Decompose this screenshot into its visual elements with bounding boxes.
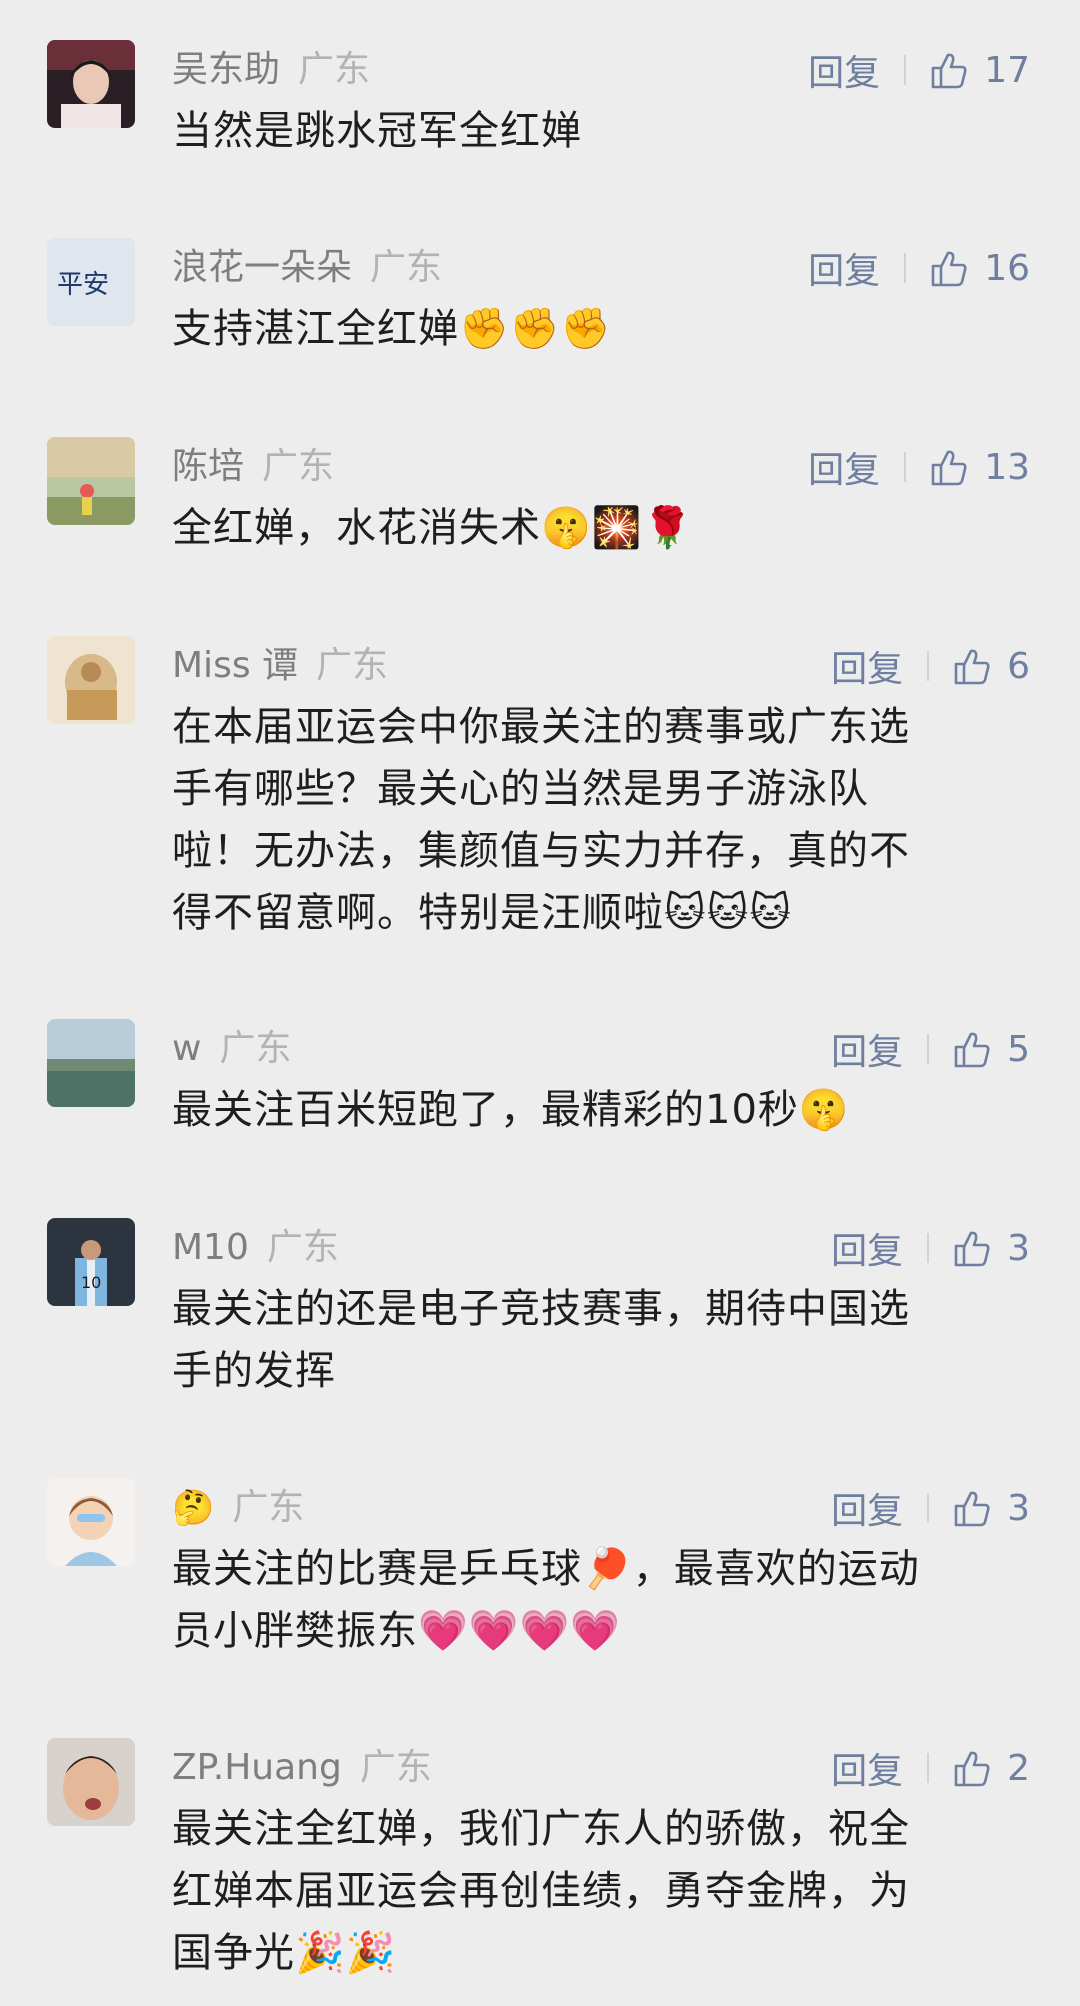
divider xyxy=(927,651,930,681)
divider xyxy=(904,55,907,85)
like-count: 6 xyxy=(1007,645,1030,687)
comment-actions: 回复 16 xyxy=(808,246,1030,293)
avatar[interactable] xyxy=(47,437,135,525)
location-label: 广东 xyxy=(262,446,335,487)
avatar[interactable]: 平安 xyxy=(47,238,135,326)
comment-line: 啦！无办法，集颜值与实力并存，真的不 xyxy=(172,828,910,874)
divider xyxy=(927,1233,930,1263)
divider xyxy=(927,1034,930,1064)
thumb-up-icon[interactable] xyxy=(951,1227,993,1269)
comment-line: 最关注全红婵，我们广东人的骄傲，祝全 xyxy=(172,1806,910,1852)
comment-actions: 回复 5 xyxy=(831,1027,1030,1074)
comment-text: 最关注全红婵，我们广东人的骄傲，祝全 红婵本届亚运会再创佳绩，勇夺金牌，为 国争… xyxy=(172,1798,1022,1984)
commenter-name[interactable]: Miss 谭广东 xyxy=(172,644,388,688)
comment-text: 在本届亚运会中你最关注的赛事或广东选 手有哪些？最关心的当然是男子游泳队 啦！无… xyxy=(172,696,1022,944)
reply-button[interactable]: 回复 xyxy=(808,242,880,294)
comment-text: 当然是跳水冠军全红婵 xyxy=(172,100,1022,162)
like-count: 17 xyxy=(984,49,1030,91)
comment-actions: 回复 17 xyxy=(808,48,1030,95)
thumb-up-icon[interactable] xyxy=(928,49,970,91)
comment-line: 最关注的比赛是乒乓球🏓，最喜欢的运动 xyxy=(172,1546,920,1592)
commenter-name[interactable]: 🤔 广东 xyxy=(172,1486,304,1530)
location-label: 广东 xyxy=(232,1487,305,1528)
location-label: 广东 xyxy=(316,645,389,686)
commenter-name[interactable]: M10 广东 xyxy=(172,1226,339,1270)
comment-text: 全红婵，水花消失术🤫🎇🌹 xyxy=(172,497,1022,559)
reply-button[interactable]: 回复 xyxy=(831,1742,903,1794)
reply-button[interactable]: 回复 xyxy=(831,1482,903,1534)
avatar[interactable] xyxy=(47,40,135,128)
comment-line: 当然是跳水冠军全红婵 xyxy=(172,108,582,154)
commenter-name[interactable]: 吴东助 广东 xyxy=(172,48,370,92)
commenter-name[interactable]: 浪花一朵朵 广东 xyxy=(172,246,442,290)
svg-text:平安: 平安 xyxy=(57,270,109,300)
like-count: 2 xyxy=(1007,1747,1030,1789)
comment-line: 红婵本届亚运会再创佳绩，勇夺金牌，为 xyxy=(172,1868,910,1914)
comment-line: 员小胖樊振东💗💗💗💗 xyxy=(172,1608,622,1654)
comment-actions: 回复 3 xyxy=(831,1486,1030,1533)
reply-button[interactable]: 回复 xyxy=(831,1222,903,1274)
location-label: 广东 xyxy=(298,49,371,90)
location-label: 广东 xyxy=(359,1747,432,1788)
comment-line: 全红婵，水花消失术🤫🎇🌹 xyxy=(172,505,694,551)
comment-line: 手的发挥 xyxy=(172,1348,336,1394)
like-count: 5 xyxy=(1007,1028,1030,1070)
reply-button[interactable]: 回复 xyxy=(808,441,880,493)
commenter-name[interactable]: 陈培 广东 xyxy=(172,445,334,489)
divider xyxy=(927,1753,930,1783)
thumb-up-icon[interactable] xyxy=(951,1747,993,1789)
comment-line: 最关注的还是电子竞技赛事，期待中国选 xyxy=(172,1286,910,1332)
comment-line: 手有哪些？最关心的当然是男子游泳队 xyxy=(172,766,869,812)
location-label: 广东 xyxy=(219,1028,292,1069)
thumb-up-icon[interactable] xyxy=(928,446,970,488)
thumb-up-icon[interactable] xyxy=(928,247,970,289)
like-count: 16 xyxy=(984,247,1030,289)
avatar[interactable] xyxy=(47,1478,135,1566)
comment-line: 国争光🎉🎉 xyxy=(172,1930,397,1976)
reply-button[interactable]: 回复 xyxy=(808,44,880,96)
comment-list: 吴东助 广东 回复 17 当然是跳水冠军全红婵 平安 浪花一朵朵 广东 回复 16 … xyxy=(0,0,1080,2006)
avatar[interactable]: 10 xyxy=(47,1218,135,1306)
thumb-up-icon[interactable] xyxy=(951,645,993,687)
svg-text:10: 10 xyxy=(81,1273,101,1292)
divider xyxy=(904,452,907,482)
avatar[interactable] xyxy=(47,1019,135,1107)
comment-actions: 回复 2 xyxy=(831,1746,1030,1793)
location-label: 广东 xyxy=(370,247,443,288)
comment-actions: 回复 6 xyxy=(831,644,1030,691)
comment-actions: 回复 3 xyxy=(831,1226,1030,1273)
divider xyxy=(904,253,907,283)
comment-text: 最关注百米短跑了，最精彩的10秒🤫 xyxy=(172,1079,1022,1141)
reply-button[interactable]: 回复 xyxy=(831,640,903,692)
comment-line: 支持湛江全红婵✊✊✊ xyxy=(172,306,612,352)
comment-actions: 回复 13 xyxy=(808,445,1030,492)
comment-line: 得不留意啊。特别是汪顺啦🐱🐱🐱 xyxy=(172,890,793,936)
commenter-name[interactable]: ZP.Huang 广东 xyxy=(172,1746,432,1790)
avatar[interactable] xyxy=(47,1738,135,1826)
like-count: 3 xyxy=(1007,1227,1030,1269)
comment-text: 支持湛江全红婵✊✊✊ xyxy=(172,298,1022,360)
location-label: 广东 xyxy=(266,1227,339,1268)
thumb-up-icon[interactable] xyxy=(951,1487,993,1529)
comment-line: 最关注百米短跑了，最精彩的10秒🤫 xyxy=(172,1087,850,1133)
divider xyxy=(927,1493,930,1523)
reply-button[interactable]: 回复 xyxy=(831,1023,903,1075)
comment-line: 在本届亚运会中你最关注的赛事或广东选 xyxy=(172,704,910,750)
comment-text: 最关注的还是电子竞技赛事，期待中国选 手的发挥 xyxy=(172,1278,1022,1402)
comment-text: 最关注的比赛是乒乓球🏓，最喜欢的运动 员小胖樊振东💗💗💗💗 xyxy=(172,1538,1022,1662)
commenter-name[interactable]: w 广东 xyxy=(172,1027,291,1071)
like-count: 3 xyxy=(1007,1487,1030,1529)
avatar[interactable] xyxy=(47,636,135,724)
like-count: 13 xyxy=(984,446,1030,488)
thumb-up-icon[interactable] xyxy=(951,1028,993,1070)
